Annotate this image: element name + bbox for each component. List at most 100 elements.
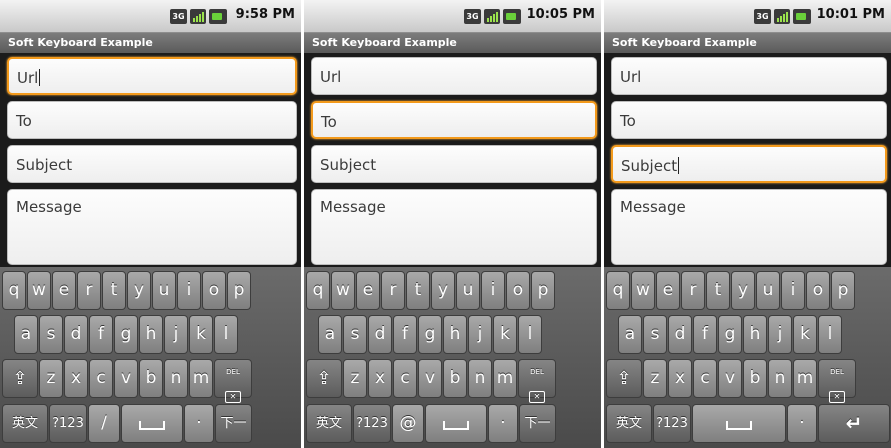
dot-key[interactable]: · bbox=[488, 404, 518, 443]
key-v[interactable]: v bbox=[114, 359, 138, 398]
key-g[interactable]: g bbox=[418, 315, 442, 354]
key-p[interactable]: p bbox=[531, 271, 555, 310]
key-k[interactable]: k bbox=[793, 315, 817, 354]
key-e[interactable]: e bbox=[52, 271, 76, 310]
key-h[interactable]: h bbox=[443, 315, 467, 354]
key-w[interactable]: w bbox=[27, 271, 51, 310]
key-r[interactable]: r bbox=[77, 271, 101, 310]
language-key[interactable]: 英文 bbox=[306, 404, 352, 443]
key-m[interactable]: m bbox=[189, 359, 213, 398]
key-e[interactable]: e bbox=[656, 271, 680, 310]
space-key[interactable] bbox=[121, 404, 183, 443]
shift-key[interactable]: ⇪ bbox=[2, 359, 38, 398]
delete-key[interactable]: DEL ✕ bbox=[818, 359, 856, 403]
shift-key[interactable]: ⇪ bbox=[306, 359, 342, 398]
dot-key[interactable]: · bbox=[787, 404, 817, 443]
url-field[interactable]: Url bbox=[7, 57, 297, 95]
key-b[interactable]: b bbox=[139, 359, 163, 398]
at-key[interactable]: @ bbox=[392, 404, 424, 443]
symbols-key[interactable]: ?123 bbox=[49, 404, 87, 443]
key-j[interactable]: j bbox=[768, 315, 792, 354]
shift-key[interactable]: ⇪ bbox=[606, 359, 642, 398]
key-n[interactable]: n bbox=[768, 359, 792, 398]
url-field[interactable]: Url bbox=[311, 57, 597, 95]
next-key[interactable]: 下一个 bbox=[519, 404, 556, 443]
next-key[interactable]: 下一个 bbox=[215, 404, 252, 443]
key-k[interactable]: k bbox=[493, 315, 517, 354]
key-m[interactable]: m bbox=[793, 359, 817, 398]
key-h[interactable]: h bbox=[743, 315, 767, 354]
symbols-key[interactable]: ?123 bbox=[653, 404, 691, 443]
enter-key[interactable]: ↵ bbox=[818, 404, 890, 443]
message-field[interactable]: Message bbox=[7, 189, 297, 265]
subject-field[interactable]: Subject bbox=[611, 145, 887, 183]
key-i[interactable]: i bbox=[481, 271, 505, 310]
key-j[interactable]: j bbox=[164, 315, 188, 354]
delete-key[interactable]: DEL ✕ bbox=[518, 359, 556, 403]
space-key[interactable] bbox=[425, 404, 487, 443]
key-d[interactable]: d bbox=[64, 315, 88, 354]
key-u[interactable]: u bbox=[152, 271, 176, 310]
url-field[interactable]: Url bbox=[611, 57, 887, 95]
key-p[interactable]: p bbox=[831, 271, 855, 310]
message-field[interactable]: Message bbox=[311, 189, 597, 265]
key-q[interactable]: q bbox=[2, 271, 26, 310]
key-a[interactable]: a bbox=[618, 315, 642, 354]
key-z[interactable]: z bbox=[39, 359, 63, 398]
key-w[interactable]: w bbox=[331, 271, 355, 310]
key-n[interactable]: n bbox=[164, 359, 188, 398]
key-q[interactable]: q bbox=[606, 271, 630, 310]
key-b[interactable]: b bbox=[443, 359, 467, 398]
key-h[interactable]: h bbox=[139, 315, 163, 354]
key-i[interactable]: i bbox=[177, 271, 201, 310]
key-i[interactable]: i bbox=[781, 271, 805, 310]
key-j[interactable]: j bbox=[468, 315, 492, 354]
key-v[interactable]: v bbox=[418, 359, 442, 398]
key-k[interactable]: k bbox=[189, 315, 213, 354]
key-t[interactable]: t bbox=[102, 271, 126, 310]
key-u[interactable]: u bbox=[756, 271, 780, 310]
key-o[interactable]: o bbox=[202, 271, 226, 310]
key-l[interactable]: l bbox=[818, 315, 842, 354]
key-e[interactable]: e bbox=[356, 271, 380, 310]
symbols-key[interactable]: ?123 bbox=[353, 404, 391, 443]
key-z[interactable]: z bbox=[343, 359, 367, 398]
language-key[interactable]: 英文 bbox=[2, 404, 48, 443]
key-x[interactable]: x bbox=[368, 359, 392, 398]
subject-field[interactable]: Subject bbox=[311, 145, 597, 183]
key-f[interactable]: f bbox=[89, 315, 113, 354]
key-t[interactable]: t bbox=[406, 271, 430, 310]
key-s[interactable]: s bbox=[39, 315, 63, 354]
key-t[interactable]: t bbox=[706, 271, 730, 310]
language-key[interactable]: 英文 bbox=[606, 404, 652, 443]
to-field[interactable]: To bbox=[311, 101, 597, 139]
key-d[interactable]: d bbox=[668, 315, 692, 354]
key-y[interactable]: y bbox=[731, 271, 755, 310]
key-z[interactable]: z bbox=[643, 359, 667, 398]
space-key[interactable] bbox=[692, 404, 786, 443]
key-b[interactable]: b bbox=[743, 359, 767, 398]
delete-key[interactable]: DEL ✕ bbox=[214, 359, 252, 403]
subject-field[interactable]: Subject bbox=[7, 145, 297, 183]
dot-key[interactable]: · bbox=[184, 404, 214, 443]
key-c[interactable]: c bbox=[693, 359, 717, 398]
key-y[interactable]: y bbox=[431, 271, 455, 310]
key-a[interactable]: a bbox=[14, 315, 38, 354]
key-o[interactable]: o bbox=[806, 271, 830, 310]
key-f[interactable]: f bbox=[693, 315, 717, 354]
key-l[interactable]: l bbox=[518, 315, 542, 354]
slash-key[interactable]: / bbox=[88, 404, 120, 443]
to-field[interactable]: To bbox=[611, 101, 887, 139]
key-l[interactable]: l bbox=[214, 315, 238, 354]
key-u[interactable]: u bbox=[456, 271, 480, 310]
key-g[interactable]: g bbox=[114, 315, 138, 354]
key-g[interactable]: g bbox=[718, 315, 742, 354]
key-c[interactable]: c bbox=[89, 359, 113, 398]
key-s[interactable]: s bbox=[643, 315, 667, 354]
to-field[interactable]: To bbox=[7, 101, 297, 139]
key-x[interactable]: x bbox=[64, 359, 88, 398]
key-d[interactable]: d bbox=[368, 315, 392, 354]
key-q[interactable]: q bbox=[306, 271, 330, 310]
key-o[interactable]: o bbox=[506, 271, 530, 310]
key-y[interactable]: y bbox=[127, 271, 151, 310]
